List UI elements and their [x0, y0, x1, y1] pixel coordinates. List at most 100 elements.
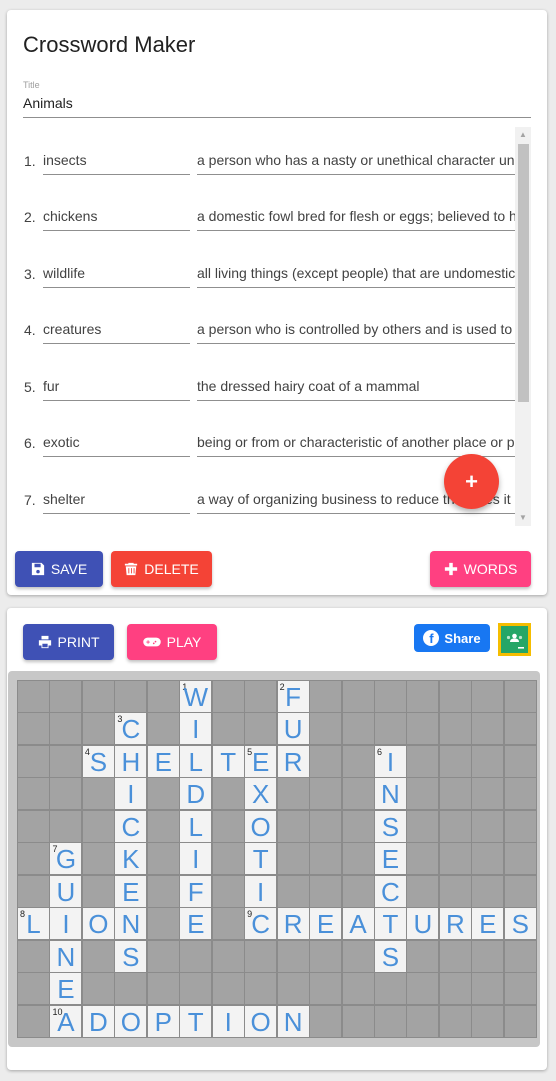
blocked-cell [276, 972, 310, 1006]
cell-letter: U [413, 909, 433, 940]
crossword-cell[interactable]: N [114, 907, 148, 941]
crossword-cell[interactable]: 10 A [49, 1004, 83, 1038]
add-words-button[interactable]: WORDS [430, 551, 531, 587]
crossword-cell[interactable]: R [276, 907, 310, 941]
crossword-cell[interactable]: C [373, 874, 407, 908]
scroll-down-arrow-icon[interactable]: ▼ [515, 510, 531, 526]
print-button[interactable]: PRINT [23, 624, 114, 660]
crossword-cell[interactable]: T [244, 842, 278, 876]
blocked-cell [406, 777, 440, 811]
cell-letter: T [187, 1006, 204, 1037]
crossword-cell[interactable]: T [211, 744, 245, 778]
blocked-cell [503, 777, 537, 811]
clue-input[interactable] [197, 427, 516, 457]
crossword-cell[interactable]: R [438, 907, 472, 941]
crossword-cell[interactable]: I [179, 712, 213, 746]
crossword-cell[interactable]: D [81, 1004, 115, 1038]
crossword-cell[interactable]: 1W [179, 680, 213, 713]
crossword-cell[interactable]: T [373, 907, 407, 941]
crossword-cell[interactable]: 3C [114, 712, 148, 746]
crossword-cell[interactable]: L [179, 809, 213, 843]
word-input[interactable] [43, 427, 190, 457]
cell-letter: L [26, 909, 41, 940]
word-input[interactable] [43, 371, 190, 401]
blocked-cell [471, 680, 505, 713]
crossword-cell[interactable]: K [114, 842, 148, 876]
crossword-cell[interactable]: H [114, 744, 148, 778]
clue-input[interactable] [197, 201, 516, 231]
clue-input[interactable] [197, 314, 516, 344]
crossword-cell[interactable]: 9C [244, 907, 278, 941]
crossword-cell[interactable]: S [373, 809, 407, 843]
crossword-cell[interactable]: 4S [81, 744, 115, 778]
crossword-cell[interactable]: E [114, 874, 148, 908]
title-input[interactable] [23, 88, 531, 118]
cell-letter: O [250, 1006, 271, 1037]
crossword-cell[interactable]: C [114, 809, 148, 843]
crossword-cell[interactable]: F [179, 874, 213, 908]
clue-input[interactable] [197, 371, 516, 401]
scroll-up-arrow-icon[interactable]: ▲ [515, 127, 531, 143]
crossword-cell[interactable]: 5E [244, 744, 278, 778]
crossword-cell[interactable]: 2F [276, 680, 310, 713]
crossword-cell[interactable]: E [49, 972, 83, 1006]
blocked-cell [341, 972, 375, 1006]
crossword-cell[interactable]: L [179, 744, 213, 778]
crossword-cell[interactable]: N [49, 939, 83, 973]
cell-letter: D [186, 779, 206, 810]
blocked-cell [503, 1004, 537, 1038]
crossword-cell[interactable]: E [471, 907, 505, 941]
play-button[interactable]: PLAY [127, 624, 217, 660]
crossword-cell[interactable]: N [276, 1004, 310, 1038]
crossword-cell[interactable]: E [309, 907, 343, 941]
crossword-cell[interactable]: O [81, 907, 115, 941]
crossword-cell[interactable]: I [211, 1004, 245, 1038]
crossword-cell[interactable]: R [276, 744, 310, 778]
word-input[interactable] [43, 484, 190, 514]
word-input[interactable] [43, 145, 190, 175]
crossword-cell[interactable]: A [341, 907, 375, 941]
word-input[interactable] [43, 258, 190, 288]
word-list-scrollbar[interactable]: ▲ ▼ [515, 127, 531, 526]
blocked-cell [179, 972, 213, 1006]
crossword-cell[interactable]: 7G [49, 842, 83, 876]
crossword-cell[interactable]: S [114, 939, 148, 973]
google-classroom-button[interactable] [498, 623, 531, 656]
add-word-fab[interactable]: + [444, 454, 499, 509]
crossword-cell[interactable]: U [276, 712, 310, 746]
crossword-cell[interactable]: U [49, 874, 83, 908]
facebook-share-button[interactable]: f Share [414, 624, 490, 652]
crossword-cell[interactable]: P [146, 1004, 180, 1038]
crossword-cell[interactable]: 6I [373, 744, 407, 778]
scroll-thumb[interactable] [518, 144, 529, 402]
crossword-cell[interactable]: D [179, 777, 213, 811]
delete-button[interactable]: DELETE [111, 551, 212, 587]
cell-letter: U [56, 876, 76, 907]
crossword-cell[interactable]: U [406, 907, 440, 941]
crossword-cell[interactable]: I [179, 842, 213, 876]
clue-input[interactable] [197, 258, 516, 288]
crossword-cell[interactable]: O [114, 1004, 148, 1038]
crossword-cell[interactable]: I [244, 874, 278, 908]
page-title: Crossword Maker [23, 32, 196, 57]
blocked-cell [17, 809, 50, 843]
cell-letter: A [349, 909, 367, 940]
crossword-cell[interactable]: E [373, 842, 407, 876]
crossword-cell[interactable]: N [373, 777, 407, 811]
crossword-cell[interactable]: T [179, 1004, 213, 1038]
save-button[interactable]: SAVE [15, 551, 103, 587]
crossword-cell[interactable]: E [146, 744, 180, 778]
cell-letter: S [122, 941, 140, 972]
crossword-cell[interactable]: X [244, 777, 278, 811]
crossword-cell[interactable]: E [179, 907, 213, 941]
crossword-cell[interactable]: O [244, 1004, 278, 1038]
crossword-cell[interactable]: I [114, 777, 148, 811]
crossword-cell[interactable]: S [373, 939, 407, 973]
word-input[interactable] [43, 201, 190, 231]
crossword-cell[interactable]: I [49, 907, 83, 941]
clue-input[interactable] [197, 145, 516, 175]
word-input[interactable] [43, 314, 190, 344]
crossword-cell[interactable]: S [503, 907, 537, 941]
crossword-cell[interactable]: 8L [17, 907, 50, 941]
crossword-cell[interactable]: O [244, 809, 278, 843]
